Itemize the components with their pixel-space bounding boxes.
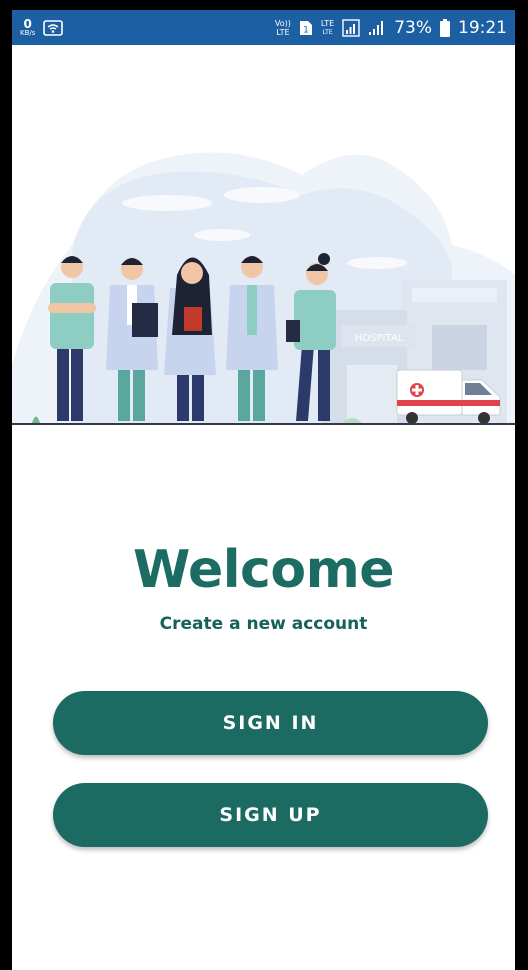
- volte-top: Vo)): [274, 18, 291, 28]
- battery-percent: 73%: [394, 17, 432, 38]
- app-screen: 0 KB/s Vo)) LTE 1 LTE LTE 73% 19:21 HOSP…: [12, 10, 515, 970]
- lte-top: LTE: [320, 18, 335, 28]
- welcome-title: Welcome: [132, 540, 395, 600]
- network-speed-unit: KB/s: [20, 29, 36, 37]
- battery-icon: [440, 18, 450, 37]
- sign-in-button[interactable]: SIGN IN: [53, 691, 488, 755]
- status-bar: 0 KB/s Vo)) LTE 1 LTE LTE 73% 19:21: [12, 10, 515, 45]
- lte-bottom: LTE: [322, 28, 333, 36]
- sign-up-button[interactable]: SIGN UP: [53, 783, 488, 847]
- hospital-sign: HOSPITAL: [355, 333, 404, 344]
- clock: 19:21: [458, 17, 507, 38]
- network-speed: 0 KB/s: [20, 18, 35, 37]
- volte-bottom: LTE: [276, 27, 290, 37]
- sim-card-icon: 1: [299, 20, 312, 35]
- signal-box-icon: [342, 18, 360, 37]
- lte-indicator: LTE LTE: [321, 19, 334, 37]
- medical-staff-illustration: HOSPITAL: [12, 152, 515, 425]
- sim-label: 1: [303, 25, 309, 35]
- welcome-subtitle: Create a new account: [159, 614, 368, 634]
- wifi-icon: [43, 19, 64, 36]
- signal-strength-icon: [369, 20, 384, 35]
- volte-indicator: Vo)) LTE: [275, 19, 291, 37]
